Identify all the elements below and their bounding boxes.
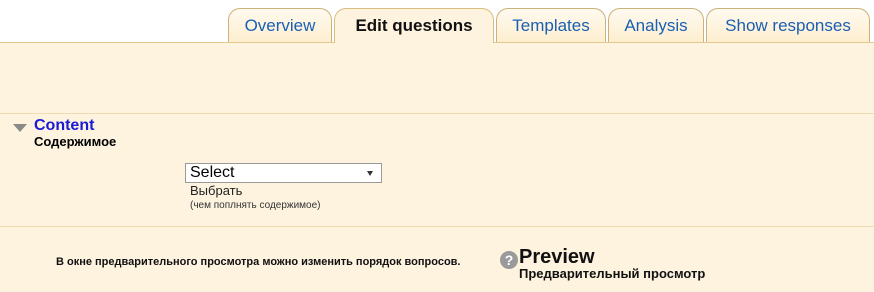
select-value: Select — [190, 164, 235, 181]
preview-subtitle: Предварительный просмотр — [519, 266, 706, 281]
select-translation: Выбрать — [190, 183, 243, 198]
section-divider — [0, 113, 874, 114]
page-background — [0, 0, 874, 292]
tab-overview[interactable]: Overview — [228, 8, 332, 42]
tab-show-responses[interactable]: Show responses — [706, 8, 870, 42]
chevron-down-icon — [367, 171, 373, 176]
caret-down-icon[interactable] — [13, 124, 27, 132]
reorder-hint: В окне предварительного просмотра можно … — [56, 256, 461, 268]
tab-edit-questions[interactable]: Edit questions — [334, 8, 494, 43]
content-select[interactable]: Select — [185, 163, 382, 183]
tab-templates[interactable]: Templates — [496, 8, 606, 42]
tab-bar: Overview Edit questions Templates Analys… — [0, 0, 874, 43]
section-title-content[interactable]: Content — [34, 117, 94, 135]
section-subtitle: Содержимое — [34, 134, 117, 149]
select-note: (чем поплнять содержимое) — [190, 200, 321, 211]
section-divider — [0, 226, 874, 227]
help-icon[interactable]: ? — [500, 251, 518, 269]
tab-analysis[interactable]: Analysis — [608, 8, 704, 42]
